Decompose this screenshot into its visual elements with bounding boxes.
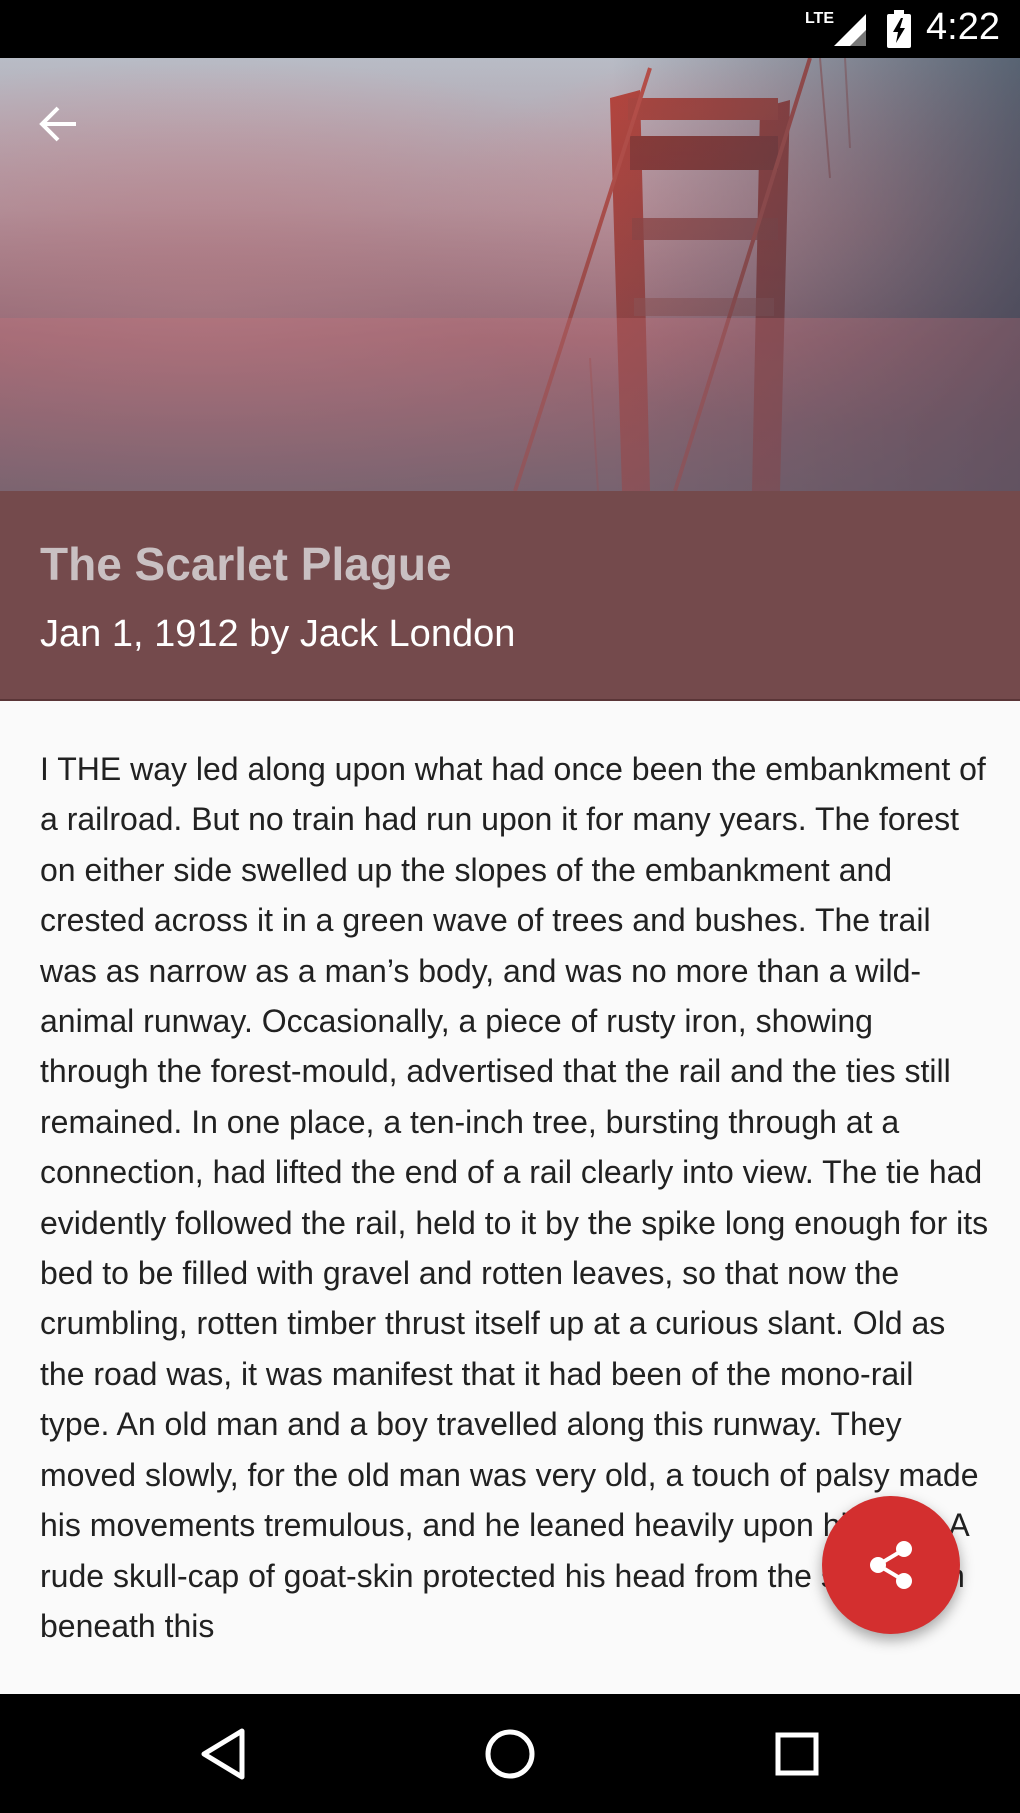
status-time: 4:22 — [926, 6, 1000, 48]
battery-charging-icon — [887, 10, 911, 48]
network-type-label: LTE — [804, 10, 834, 27]
nav-recents-button[interactable] — [762, 1719, 832, 1789]
lte-signal-icon — [834, 14, 866, 46]
bridge-fog-illustration — [0, 58, 1020, 491]
hero-image — [0, 58, 1020, 491]
story-date-author: Jan 1, 1912 by Jack London — [40, 613, 516, 655]
home-circle-icon — [485, 1729, 535, 1779]
arrow-back-icon — [39, 106, 76, 142]
status-bar: LTE 4:22 — [0, 0, 1020, 58]
nav-home-button[interactable] — [475, 1719, 545, 1789]
story-header: The Scarlet Plague Jan 1, 1912 by Jack L… — [0, 491, 1020, 701]
share-icon — [870, 1541, 912, 1589]
screen: LTE 4:22 The Scarlet Plague Jan 1, 1912 … — [0, 0, 1020, 1813]
share-button[interactable] — [822, 1496, 960, 1634]
recents-square-icon — [775, 1732, 819, 1776]
story-title: The Scarlet Plague — [40, 538, 452, 590]
back-triangle-icon — [201, 1728, 245, 1780]
nav-back-button[interactable] — [188, 1719, 258, 1789]
back-button[interactable] — [36, 102, 102, 168]
system-nav-bar — [0, 1694, 1020, 1813]
